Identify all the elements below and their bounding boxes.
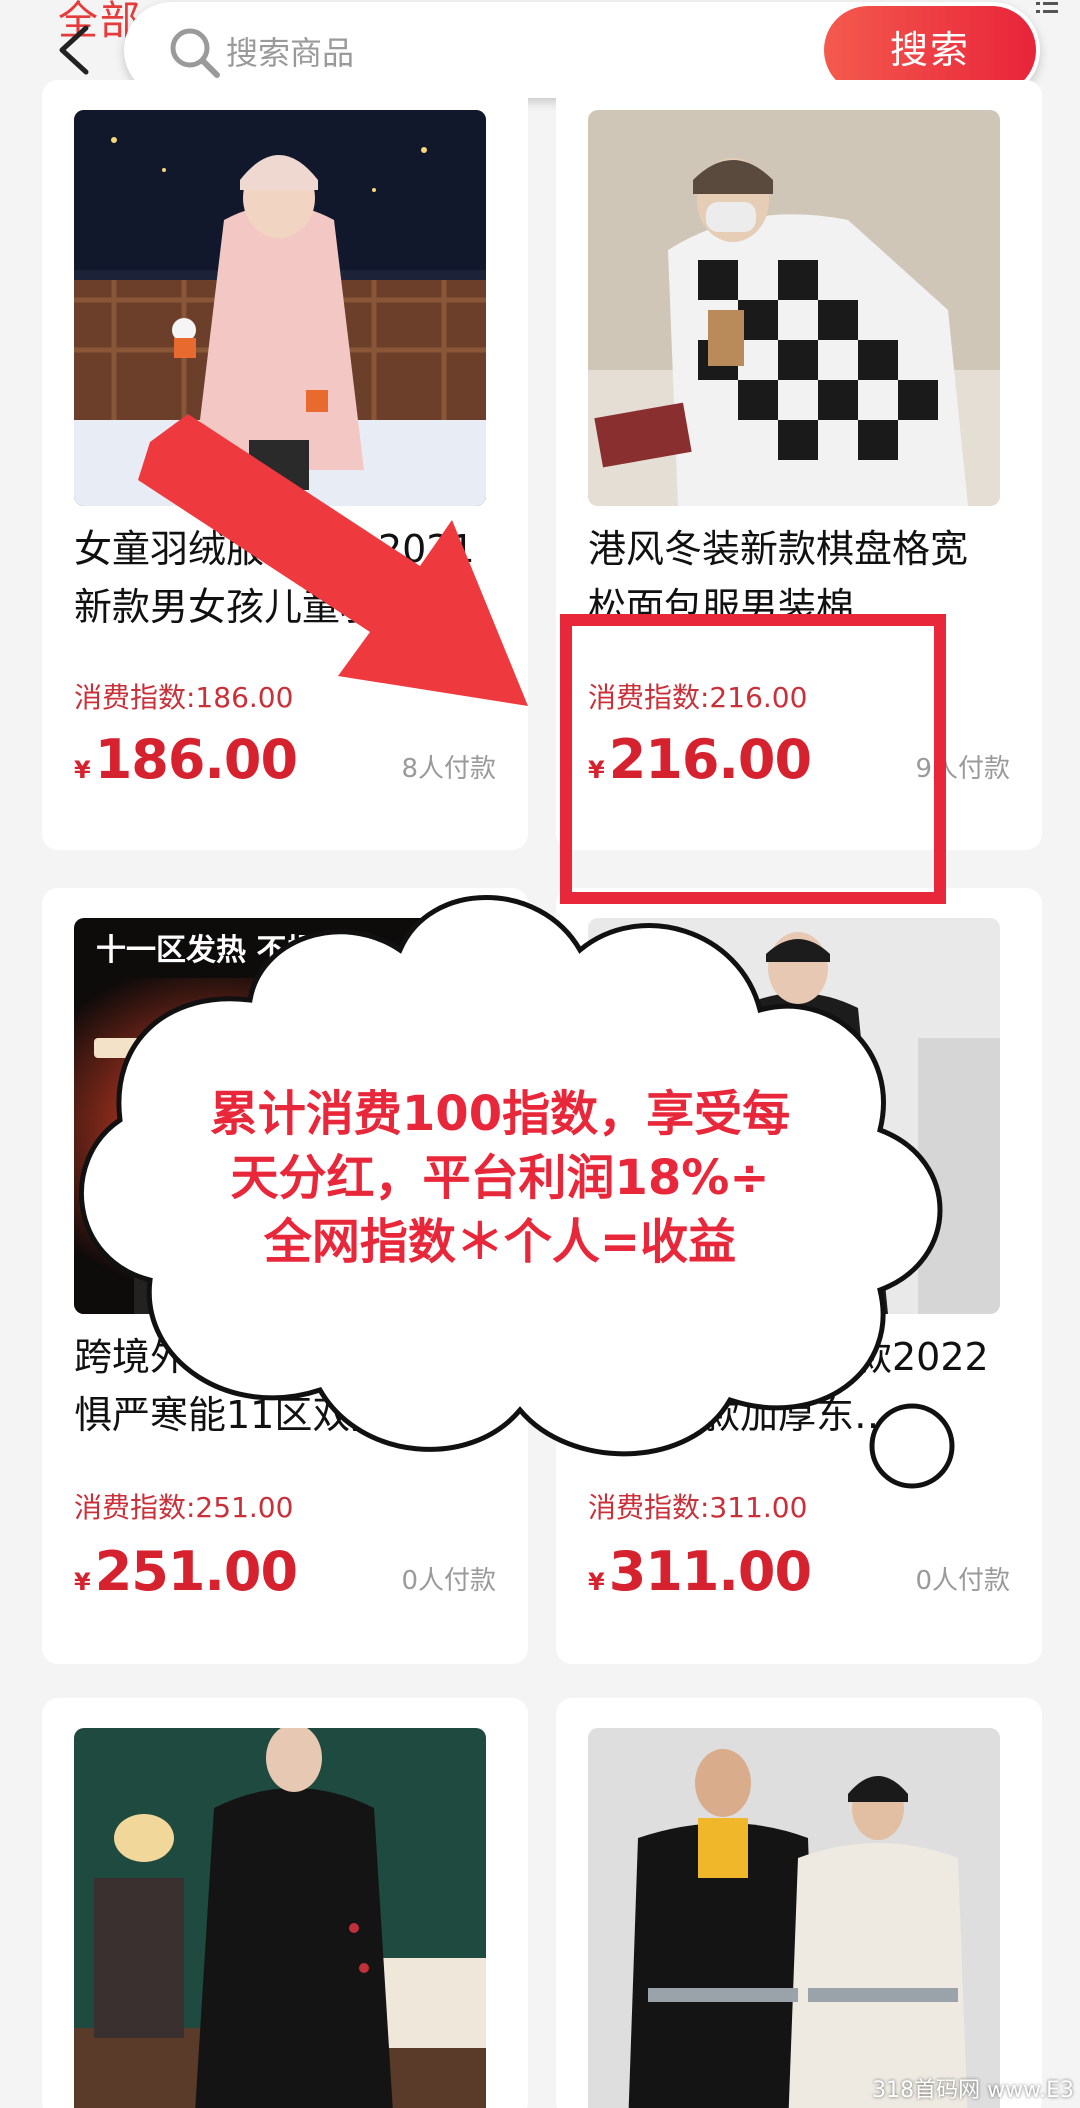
product-title[interactable]: 跨境外贸十一区发热不惧严寒能11区双拼… [74, 1328, 486, 1444]
couple-down-coats-image [588, 1728, 1000, 2108]
annotation-line: 累计消费100指数，享受每 [209, 1086, 791, 1142]
consumption-index: 消费指数:251.00 [74, 1491, 294, 1524]
product-image[interactable] [588, 110, 1000, 506]
product-card[interactable]: 十一区发热 不惧严寒 跨境外贸十一区发热不惧严寒能11区双拼… 消费指数:251… [42, 888, 528, 1664]
search-icon [170, 28, 220, 78]
annotation-line: 全网指数＊个人=收益 [263, 1214, 737, 1270]
product-title[interactable]: 女士羽绒服中长款2022冬季新款加厚东… [588, 1328, 1000, 1444]
product-title[interactable]: 女童羽绒服中长款2021新款男女孩儿童羽… [74, 520, 486, 636]
currency-symbol: ¥ [588, 1568, 605, 1596]
highlight-box [560, 614, 946, 904]
black-quilted-coat-image [74, 1728, 486, 2108]
product-image[interactable] [588, 1728, 1000, 2108]
price-value: 251.00 [94, 1540, 298, 1603]
product-card[interactable] [42, 1698, 528, 2108]
consumption-index: 消费指数:186.00 [74, 681, 294, 714]
consumption-index: 消费指数:311.00 [588, 1491, 808, 1524]
product-price: ¥186.00 [74, 728, 298, 791]
product-image[interactable] [74, 1728, 486, 2108]
search-input[interactable]: 搜索商品 [226, 28, 354, 74]
product-card[interactable] [556, 1698, 1042, 2108]
paid-count: 0人付款 [401, 1566, 496, 1596]
menu-icon[interactable] [1036, 0, 1058, 18]
paid-count: 8人付款 [401, 754, 496, 784]
paid-count: 0人付款 [915, 1566, 1010, 1596]
checkerboard-jacket-image [588, 110, 1000, 506]
currency-symbol: ¥ [74, 756, 91, 784]
product-price: ¥251.00 [74, 1540, 298, 1603]
product-image[interactable] [74, 110, 486, 506]
currency-symbol: ¥ [74, 1568, 91, 1596]
back-arrow-icon[interactable] [52, 22, 96, 78]
girl-in-pink-coat-image [74, 110, 486, 506]
price-value: 186.00 [94, 728, 298, 791]
watermark: 318首码网 www.E3 [872, 2078, 1074, 2103]
promo-image-text: 十一区发热 不惧严寒 [96, 933, 376, 968]
product-card[interactable]: 女士羽绒服中长款2022冬季新款加厚东… 消费指数:311.00 ¥311.00… [556, 888, 1042, 1664]
annotation-line: 天分红，平台利润18%÷ [230, 1150, 770, 1206]
annotation-text: 累计消费100指数，享受每 天分红，平台利润18%÷ 全网指数＊个人=收益 [160, 1082, 840, 1274]
product-price: ¥311.00 [588, 1540, 812, 1603]
product-card[interactable]: 女童羽绒服中长款2021新款男女孩儿童羽… 消费指数:186.00 ¥186.0… [42, 80, 528, 850]
price-value: 311.00 [608, 1540, 812, 1603]
